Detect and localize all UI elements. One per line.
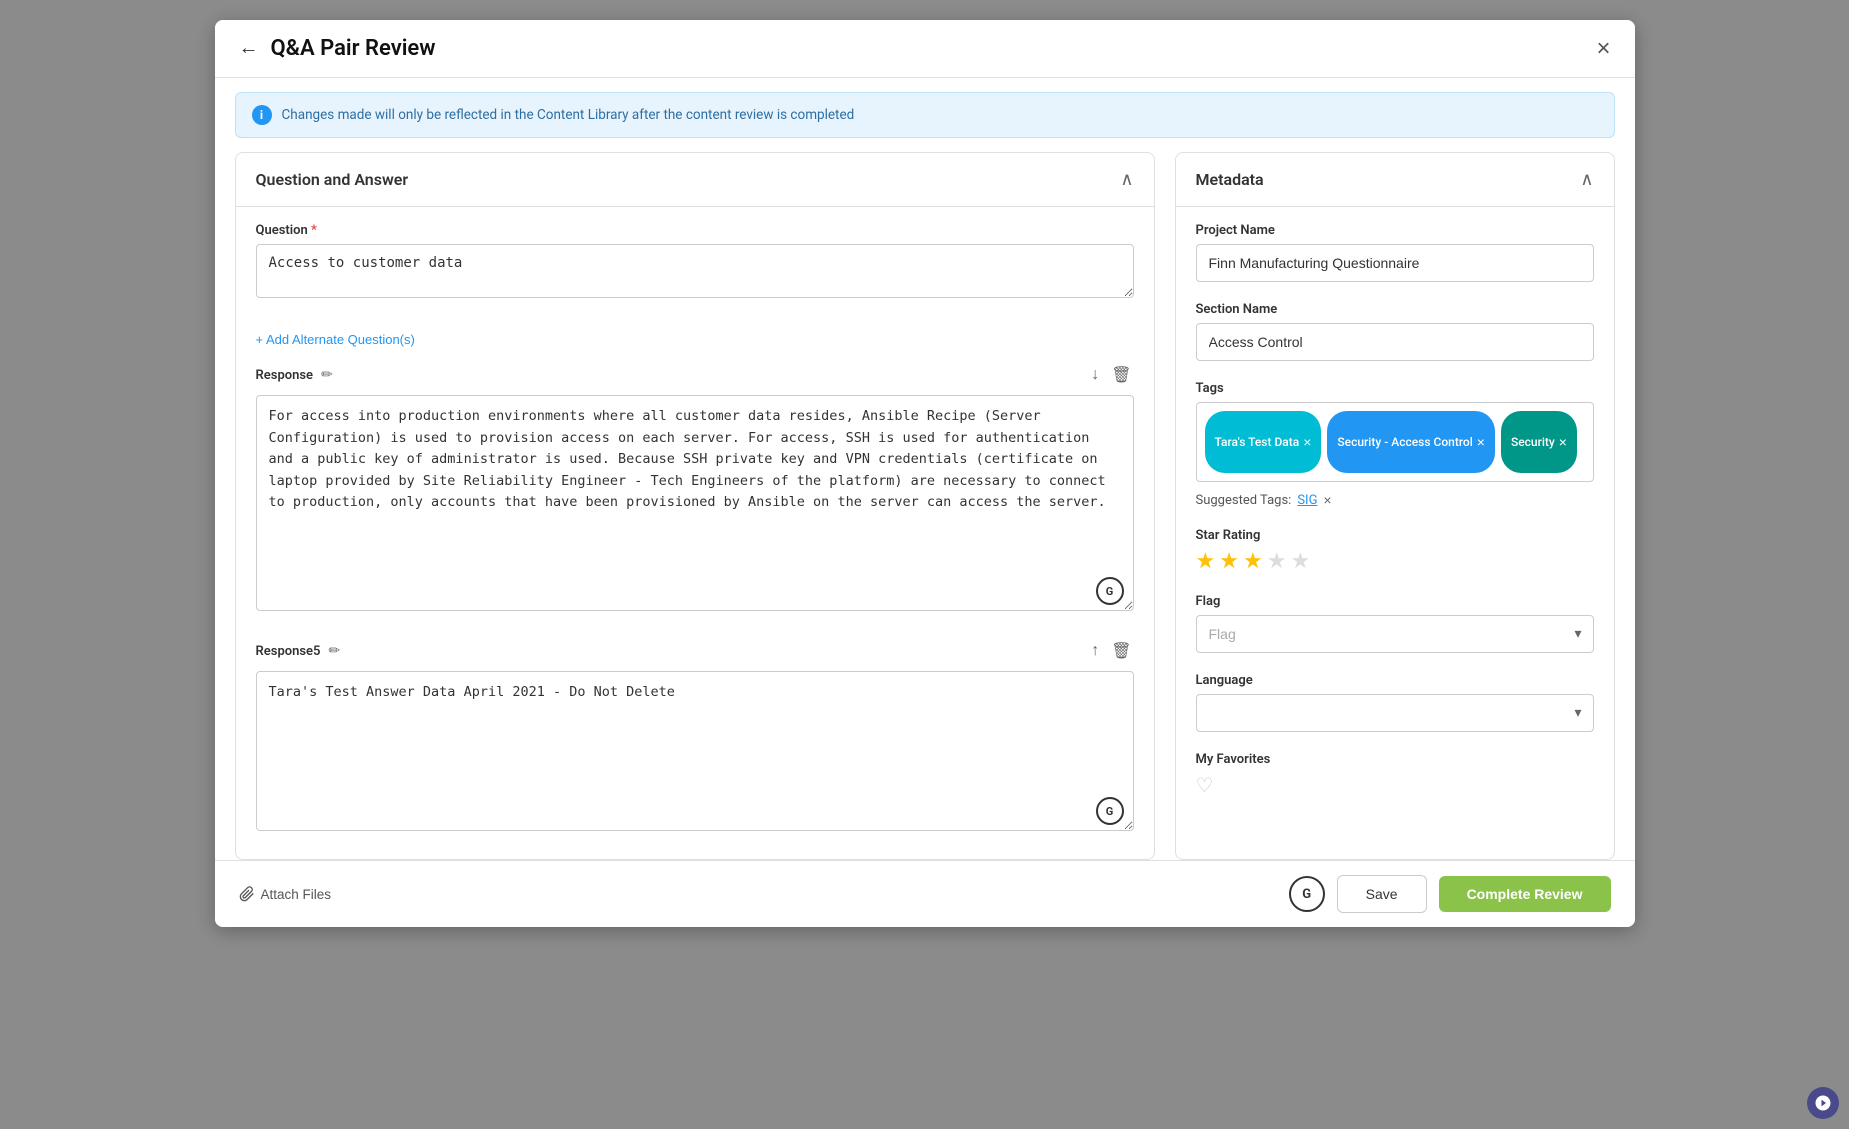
- flag-select[interactable]: Flag: [1196, 615, 1594, 653]
- tags-label: Tags: [1196, 381, 1594, 396]
- question-label: Question *: [256, 223, 1134, 238]
- modal-header: ← Q&A Pair Review ×: [215, 20, 1635, 78]
- modal-title: Q&A Pair Review: [271, 36, 436, 61]
- project-name-label: Project Name: [1196, 223, 1594, 238]
- qa-review-modal: ← Q&A Pair Review × i Changes made will …: [215, 20, 1635, 927]
- tag-taras-test-data: Tara's Test Data ×: [1205, 411, 1322, 473]
- close-button[interactable]: ×: [1596, 37, 1610, 61]
- response-actions: ↓ 🗑: [1089, 363, 1133, 387]
- response5-move-up[interactable]: ↑: [1089, 640, 1101, 662]
- flag-label: Flag: [1196, 594, 1594, 609]
- response-label: Response: [256, 368, 314, 383]
- tag-security-remove[interactable]: ×: [1559, 435, 1567, 449]
- paperclip-icon: [239, 886, 255, 902]
- response5-label: Response5: [256, 644, 321, 659]
- question-field: Question * Access to customer data: [256, 223, 1134, 302]
- star-rating[interactable]: ★ ★ ★ ★ ★: [1196, 549, 1594, 574]
- star-rating-field: Star Rating ★ ★ ★ ★ ★: [1196, 528, 1594, 574]
- response5-wrapper: Tara's Test Answer Data April 2021 - Do …: [256, 671, 1134, 835]
- section-name-label: Section Name: [1196, 302, 1594, 317]
- modal-footer: Attach Files G Save Complete Review: [215, 860, 1635, 927]
- star-1[interactable]: ★: [1196, 549, 1216, 574]
- footer-right: G Save Complete Review: [1289, 875, 1611, 913]
- attach-files-button[interactable]: Attach Files: [239, 886, 332, 902]
- meta-content: Project Name Section Name Tags Tara's: [1176, 207, 1614, 859]
- section-name-field: Section Name: [1196, 302, 1594, 361]
- grammarly-footer-button[interactable]: G: [1289, 876, 1325, 912]
- star-rating-label: Star Rating: [1196, 528, 1594, 543]
- favorites-label: My Favorites: [1196, 752, 1594, 767]
- info-banner: i Changes made will only be reflected in…: [235, 92, 1615, 138]
- tag-security-access-control: Security - Access Control ×: [1327, 411, 1495, 473]
- suggested-tag-dismiss[interactable]: ×: [1323, 492, 1331, 508]
- required-marker: *: [311, 223, 317, 238]
- project-name-field: Project Name: [1196, 223, 1594, 282]
- suggested-tags: Suggested Tags: SIG ×: [1196, 492, 1594, 508]
- favorites-row: ♡: [1196, 773, 1594, 797]
- header-left: ← Q&A Pair Review: [239, 36, 436, 61]
- language-select[interactable]: [1196, 694, 1594, 732]
- left-panel-collapse[interactable]: ∧: [1120, 169, 1133, 190]
- left-panel-header: Question and Answer ∧: [236, 153, 1154, 207]
- response-edit-icon[interactable]: ✏: [321, 367, 333, 383]
- grammarly-button-response[interactable]: G: [1096, 577, 1124, 605]
- left-panel-title: Question and Answer: [256, 170, 409, 189]
- response5-actions: ↑ 🗑: [1089, 639, 1133, 663]
- right-panel-title: Metadata: [1196, 170, 1264, 189]
- response5-header: Response5 ✏ ↑ 🗑: [256, 639, 1134, 663]
- tag-taras-remove[interactable]: ×: [1303, 435, 1311, 449]
- right-panel: Metadata ∧ Project Name Section Name: [1175, 152, 1615, 860]
- save-button[interactable]: Save: [1337, 875, 1427, 913]
- response-header: Response ✏ ↓ 🗑: [256, 363, 1134, 387]
- modal-body: Question and Answer ∧ Question * Access …: [215, 152, 1635, 860]
- favorites-field: My Favorites ♡: [1196, 752, 1594, 797]
- language-label: Language: [1196, 673, 1594, 688]
- response5-label-group: Response5 ✏: [256, 643, 341, 659]
- response-label-group: Response ✏: [256, 367, 333, 383]
- complete-review-button[interactable]: Complete Review: [1439, 876, 1611, 912]
- flag-field: Flag Flag ▾: [1196, 594, 1594, 653]
- response-wrapper: For access into production environments …: [256, 395, 1134, 615]
- response-move-down[interactable]: ↓: [1089, 364, 1101, 386]
- project-name-input[interactable]: [1196, 244, 1594, 282]
- star-3[interactable]: ★: [1243, 549, 1263, 574]
- tags-container[interactable]: Tara's Test Data × Security - Access Con…: [1196, 402, 1594, 482]
- grammarly-button-response5[interactable]: G: [1096, 797, 1124, 825]
- info-icon: i: [252, 105, 272, 125]
- back-button[interactable]: ←: [239, 37, 259, 60]
- response-textarea[interactable]: For access into production environments …: [256, 395, 1134, 611]
- response5-edit-icon[interactable]: ✏: [328, 643, 340, 659]
- tag-security: Security ×: [1501, 411, 1577, 473]
- suggested-tag-sig[interactable]: SIG: [1297, 493, 1317, 508]
- add-alternate-button[interactable]: + Add Alternate Question(s): [256, 332, 415, 347]
- footer-left: Attach Files: [239, 886, 332, 902]
- section-name-input[interactable]: [1196, 323, 1594, 361]
- tags-field: Tags Tara's Test Data × Security - Acces…: [1196, 381, 1594, 508]
- left-panel-content: Question * Access to customer data + Add…: [236, 207, 1154, 859]
- star-2[interactable]: ★: [1219, 549, 1239, 574]
- favorites-heart-icon[interactable]: ♡: [1196, 773, 1214, 797]
- question-input[interactable]: Access to customer data: [256, 244, 1134, 298]
- right-panel-collapse[interactable]: ∧: [1580, 169, 1593, 190]
- left-panel: Question and Answer ∧ Question * Access …: [235, 152, 1155, 860]
- banner-text: Changes made will only be reflected in t…: [282, 107, 855, 123]
- star-5[interactable]: ★: [1290, 549, 1310, 574]
- response-delete[interactable]: 🗑: [1109, 363, 1133, 387]
- response5-delete[interactable]: 🗑: [1109, 639, 1133, 663]
- right-panel-header: Metadata ∧: [1176, 153, 1614, 207]
- response5-textarea[interactable]: Tara's Test Answer Data April 2021 - Do …: [256, 671, 1134, 831]
- flag-select-wrapper: Flag ▾: [1196, 615, 1594, 653]
- star-4[interactable]: ★: [1267, 549, 1287, 574]
- tag-security-ac-remove[interactable]: ×: [1477, 435, 1485, 449]
- language-select-wrapper: ▾: [1196, 694, 1594, 732]
- language-field: Language ▾: [1196, 673, 1594, 732]
